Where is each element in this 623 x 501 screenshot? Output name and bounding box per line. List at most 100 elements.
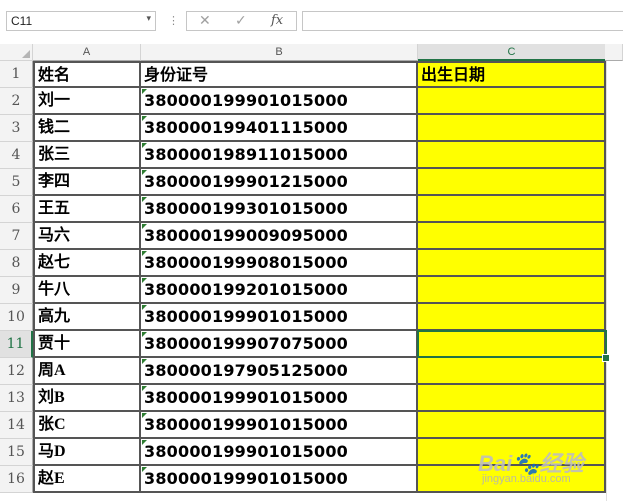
row-header-1[interactable]: 1 [0, 61, 33, 88]
row-header-2[interactable]: 2 [0, 88, 33, 115]
cell-c12[interactable] [418, 358, 606, 385]
cell-value-id: 380000199901215000 [144, 172, 348, 191]
column-header-a[interactable]: A [33, 44, 141, 61]
cell-c7[interactable] [418, 223, 606, 250]
number-as-text-warning-icon[interactable] [142, 359, 147, 364]
number-as-text-warning-icon[interactable] [142, 143, 147, 148]
row-header-5[interactable]: 5 [0, 169, 33, 196]
cell-c13[interactable] [418, 385, 606, 412]
column-header-b[interactable]: B [141, 44, 418, 61]
cell-value-name: 钱二 [38, 119, 71, 136]
cell-b14[interactable]: 380000199901015000 [141, 412, 418, 439]
row-header-15[interactable]: 15 [0, 439, 33, 466]
number-as-text-warning-icon[interactable] [142, 89, 147, 94]
cell-value-id: 380000199901015000 [144, 307, 348, 326]
cell-b12[interactable]: 380000197905125000 [141, 358, 418, 385]
select-all-corner[interactable] [0, 44, 33, 61]
row-header-13[interactable]: 13 [0, 385, 33, 412]
insert-function-icon[interactable]: fx [271, 13, 283, 28]
enter-icon[interactable]: ✓ [235, 13, 247, 29]
fill-handle[interactable] [602, 354, 610, 362]
cell-value-id: 380000199901015000 [144, 91, 348, 110]
number-as-text-warning-icon[interactable] [142, 170, 147, 175]
cell-c10[interactable] [418, 304, 606, 331]
cell-b13[interactable]: 380000199901015000 [141, 385, 418, 412]
row-header-6[interactable]: 6 [0, 196, 33, 223]
cell-c5[interactable] [418, 169, 606, 196]
cell-a14[interactable]: 张C [33, 412, 141, 439]
cell-value-name: 张C [38, 416, 66, 433]
number-as-text-warning-icon[interactable] [142, 197, 147, 202]
row-header-8[interactable]: 8 [0, 250, 33, 277]
cell-value-id: 380000199901015000 [144, 388, 348, 407]
cell-c4[interactable] [418, 142, 606, 169]
row-header-9[interactable]: 9 [0, 277, 33, 304]
cell-b9[interactable]: 380000199201015000 [141, 277, 418, 304]
column-header-c[interactable]: C [418, 44, 606, 61]
cell-a3[interactable]: 钱二 [33, 115, 141, 142]
cell-b4[interactable]: 380000198911015000 [141, 142, 418, 169]
number-as-text-warning-icon[interactable] [142, 332, 147, 337]
cell-a15[interactable]: 马D [33, 439, 141, 466]
cell-c1[interactable]: 出生日期 [418, 61, 606, 88]
number-as-text-warning-icon[interactable] [142, 440, 147, 445]
cell-a11[interactable]: 贾十 [33, 331, 141, 358]
cell-b16[interactable]: 380000199901015000 [141, 466, 418, 493]
cell-b15[interactable]: 380000199901015000 [141, 439, 418, 466]
cell-b6[interactable]: 380000199301015000 [141, 196, 418, 223]
cell-a6[interactable]: 王五 [33, 196, 141, 223]
column-header-d[interactable] [605, 44, 623, 61]
cell-a1[interactable]: 姓名 [33, 61, 141, 88]
row-header-10[interactable]: 10 [0, 304, 33, 331]
cell-value-name: 周A [38, 362, 66, 379]
cell-a9[interactable]: 牛八 [33, 277, 141, 304]
number-as-text-warning-icon[interactable] [142, 413, 147, 418]
cell-value-name: 马六 [38, 227, 71, 244]
cell-a10[interactable]: 高九 [33, 304, 141, 331]
cell-b3[interactable]: 380000199401115000 [141, 115, 418, 142]
cell-b7[interactable]: 380000199009095000 [141, 223, 418, 250]
formula-bar-buttons: ✕ ✓ fx [186, 11, 297, 31]
number-as-text-warning-icon[interactable] [142, 467, 147, 472]
cell-c2[interactable] [418, 88, 606, 115]
number-as-text-warning-icon[interactable] [142, 224, 147, 229]
row-header-7[interactable]: 7 [0, 223, 33, 250]
cell-a5[interactable]: 李四 [33, 169, 141, 196]
row-header-11[interactable]: 11 [0, 331, 33, 358]
name-box-dropdown-icon[interactable]: ▾ [146, 14, 151, 24]
cell-a16[interactable]: 赵E [33, 466, 141, 493]
cell-a4[interactable]: 张三 [33, 142, 141, 169]
formula-input[interactable] [302, 11, 623, 31]
number-as-text-warning-icon[interactable] [142, 116, 147, 121]
cell-c8[interactable] [418, 250, 606, 277]
cell-c14[interactable] [418, 412, 606, 439]
cell-value-id: 380000199901015000 [144, 415, 348, 434]
cell-b8[interactable]: 380000199908015000 [141, 250, 418, 277]
row-header-12[interactable]: 12 [0, 358, 33, 385]
row-header-14[interactable]: 14 [0, 412, 33, 439]
cell-b10[interactable]: 380000199901015000 [141, 304, 418, 331]
number-as-text-warning-icon[interactable] [142, 305, 147, 310]
number-as-text-warning-icon[interactable] [142, 251, 147, 256]
cell-a2[interactable]: 刘一 [33, 88, 141, 115]
number-as-text-warning-icon[interactable] [142, 386, 147, 391]
cell-c3[interactable] [418, 115, 606, 142]
cell-a12[interactable]: 周A [33, 358, 141, 385]
cell-a13[interactable]: 刘B [33, 385, 141, 412]
cell-c9[interactable] [418, 277, 606, 304]
number-as-text-warning-icon[interactable] [142, 278, 147, 283]
cell-value-id: 380000199901015000 [144, 442, 348, 461]
cell-b2[interactable]: 380000199901015000 [141, 88, 418, 115]
row-header-16[interactable]: 16 [0, 466, 33, 493]
cell-a7[interactable]: 马六 [33, 223, 141, 250]
name-box[interactable]: C11 ▾ [6, 11, 156, 31]
cell-b1[interactable]: 身份证号 [141, 61, 418, 88]
cell-c6[interactable] [418, 196, 606, 223]
row-header-4[interactable]: 4 [0, 142, 33, 169]
cell-b5[interactable]: 380000199901215000 [141, 169, 418, 196]
row-header-3[interactable]: 3 [0, 115, 33, 142]
cell-b11[interactable]: 380000199907075000 [141, 331, 418, 358]
cancel-icon[interactable]: ✕ [199, 13, 211, 29]
cell-c11[interactable] [418, 331, 606, 358]
cell-a8[interactable]: 赵七 [33, 250, 141, 277]
